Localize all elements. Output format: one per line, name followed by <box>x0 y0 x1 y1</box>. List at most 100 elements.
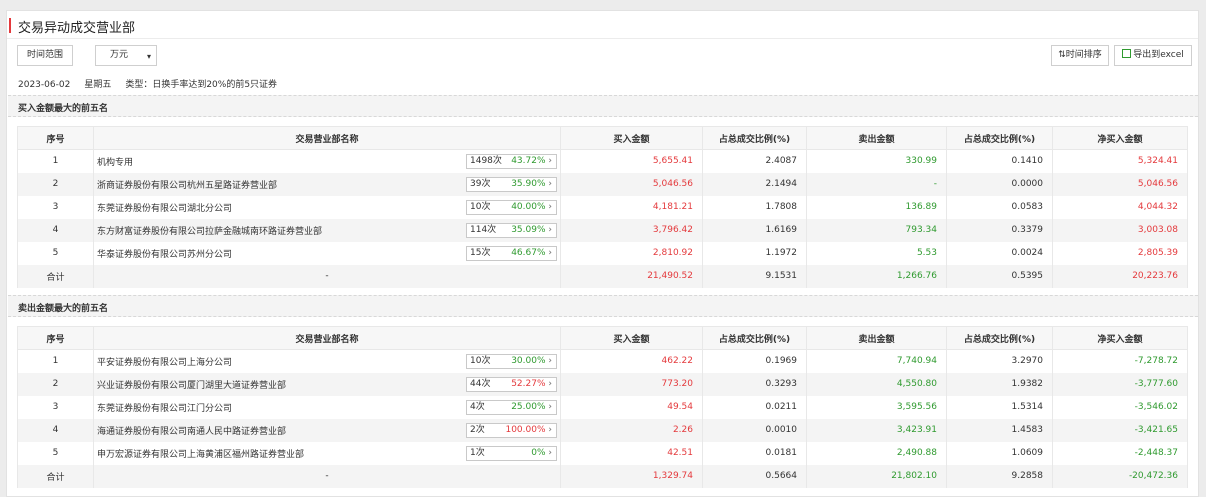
sell-amount-cell: 793.34 <box>806 218 947 242</box>
broker-cell: 东方财富证券股份有限公司拉萨金融城南环路证券营业部 114次 35.09% <box>93 218 561 242</box>
time-range-button[interactable]: 时间范围 <box>17 45 73 66</box>
time-sort-button[interactable]: ⇅时间排序 <box>1051 45 1109 66</box>
col-sell-ratio-header: 占总成交比例(%) <box>946 326 1053 350</box>
broker-stat-badge[interactable]: 39次 35.90% <box>466 176 557 192</box>
buy-ratio-cell: 1.6169 <box>702 218 807 242</box>
total-buy-cell: 1,329.74 <box>560 464 703 488</box>
buy-table: 序号 交易营业部名称 买入金额 占总成交比例(%) 卖出金额 占总成交比例(%) 净买入金额… <box>17 126 1188 288</box>
info-line: 2023-06-02 星期五 类型：日换手率达到20%的前5只证券 <box>18 77 291 90</box>
table-row[interactable]: 2兴业证券股份有限公司厦门湖里大道证券营业部 44次 52.27% 773.200.3… <box>17 372 1188 396</box>
table-row[interactable]: 1机构专用 1498次 43.72% 5,655.412.4087330.990.14… <box>17 149 1188 173</box>
col-sell-header: 卖出金额 <box>806 326 947 350</box>
rank-cell: 5 <box>17 441 94 465</box>
table-row[interactable]: 5华泰证券股份有限公司苏州分公司 15次 46.67% 2,810.921.19725… <box>17 241 1188 265</box>
time-sort-label: 时间排序 <box>1065 50 1102 60</box>
total-sell-cell: 1,266.76 <box>806 264 947 288</box>
broker-panel: 交易异动成交营业部 时间范围 万元 ▾ ⇅时间排序 导出到excel 2023-… <box>6 10 1199 497</box>
net-amount-cell: -3,546.02 <box>1052 395 1188 419</box>
broker-count: 15次 <box>470 247 491 258</box>
sell-amount-cell: 330.99 <box>806 149 947 173</box>
broker-name-link[interactable]: 申万宏源证券有限公司上海黄浦区福州路证券营业部 <box>97 450 304 460</box>
broker-name-link[interactable]: 东莞证券股份有限公司湖北分公司 <box>97 204 232 214</box>
col-buy-header: 买入金额 <box>560 326 703 350</box>
sell-amount-cell: 2,490.88 <box>806 441 947 465</box>
table-row[interactable]: 4海通证券股份有限公司南通人民中路证券营业部 2次 100.00% 2.260.001… <box>17 418 1188 442</box>
broker-stat-badge[interactable]: 44次 52.27% <box>466 376 557 392</box>
rank-cell: 2 <box>17 172 94 196</box>
total-buy-ratio-cell: 0.5664 <box>702 464 807 488</box>
rank-cell: 2 <box>17 372 94 396</box>
broker-name-link[interactable]: 东方财富证券股份有限公司拉萨金融城南环路证券营业部 <box>97 227 322 237</box>
total-sell-ratio-cell: 9.2858 <box>946 464 1053 488</box>
buy-amount-cell: 4,181.21 <box>560 195 703 219</box>
table-row[interactable]: 4东方财富证券股份有限公司拉萨金融城南环路证券营业部 114次 35.09% 3,79… <box>17 218 1188 242</box>
table-row[interactable]: 3东莞证券股份有限公司湖北分公司10次40.00%4,181.211.78081… <box>17 195 1188 219</box>
sell-section-title: 卖出金额最大的前五名 <box>18 304 109 314</box>
broker-name-link[interactable]: 机构专用 <box>97 158 133 168</box>
broker-stat-badge[interactable]: 1498次 43.72% <box>466 154 557 169</box>
broker-count: 2次 <box>470 424 485 435</box>
broker-name-link[interactable]: 浙商证券股份有限公司杭州五星路证券营业部 <box>97 181 277 191</box>
broker-stat-badge[interactable]: 4次 25.00% <box>466 399 557 415</box>
buy-amount-cell: 2.26 <box>560 418 703 442</box>
broker-stat-badge[interactable]: 10次 30.00% <box>466 354 557 369</box>
broker-stat-badge[interactable]: 15次 46.67% <box>466 245 557 261</box>
rank-cell: 3 <box>17 395 94 419</box>
broker-stat-badge[interactable]: 2次 100.00% <box>466 422 557 438</box>
table-row[interactable]: 1平安证券股份有限公司上海分公司 10次 30.00% 462.220.19697,7… <box>17 349 1188 373</box>
broker-win-rate: 40.00% <box>511 201 552 214</box>
rank-cell: 1 <box>17 349 94 373</box>
buy-amount-cell: 49.54 <box>560 395 703 419</box>
export-excel-button[interactable]: 导出到excel <box>1114 45 1192 66</box>
sort-icon: ⇅ <box>1058 50 1066 60</box>
broker-name-link[interactable]: 东莞证券股份有限公司江门分公司 <box>97 404 232 414</box>
total-name-cell: - <box>93 464 561 488</box>
table-row[interactable]: 3东莞证券股份有限公司江门分公司 4次 25.00% 49.540.02113,595… <box>17 395 1188 419</box>
buy-amount-cell: 773.20 <box>560 372 703 396</box>
table-header-row: 序号 交易营业部名称 买入金额 占总成交比例(%) 卖出金额 占总成交比例(%) 净买入金额 <box>17 126 1188 150</box>
broker-cell: 兴业证券股份有限公司厦门湖里大道证券营业部 44次 52.27% <box>93 372 561 396</box>
panel-title: 交易异动成交营业部 <box>18 21 136 36</box>
total-buy-cell: 21,490.52 <box>560 264 703 288</box>
sell-ratio-cell: 0.0583 <box>946 195 1053 219</box>
total-buy-ratio-cell: 9.1531 <box>702 264 807 288</box>
sell-ratio-cell: 1.5314 <box>946 395 1053 419</box>
rank-cell: 4 <box>17 218 94 242</box>
broker-stat-badge[interactable]: 114次 35.09% <box>466 222 557 238</box>
sell-amount-cell: 5.53 <box>806 241 947 265</box>
sell-ratio-cell: 1.4583 <box>946 418 1053 442</box>
broker-name-link[interactable]: 华泰证券股份有限公司苏州分公司 <box>97 250 232 260</box>
broker-win-rate: 35.09% <box>511 224 552 237</box>
broker-count: 114次 <box>470 224 497 235</box>
buy-ratio-cell: 0.0181 <box>702 441 807 465</box>
table-row[interactable]: 2浙商证券股份有限公司杭州五星路证券营业部39次35.90%5,046.562.… <box>17 172 1188 196</box>
broker-cell: 机构专用 1498次 43.72% <box>93 149 561 173</box>
net-amount-cell: 5,324.41 <box>1052 149 1188 173</box>
table-row[interactable]: 5申万宏源证券有限公司上海黄浦区福州路证券营业部 1次 0% 42.510.01812… <box>17 441 1188 465</box>
export-label: 导出到excel <box>1133 50 1184 60</box>
sell-ratio-cell: 1.0609 <box>946 441 1053 465</box>
sell-ratio-cell: 0.1410 <box>946 149 1053 173</box>
net-amount-cell: 4,044.32 <box>1052 195 1188 219</box>
sell-amount-cell: 3,423.91 <box>806 418 947 442</box>
broker-name-link[interactable]: 兴业证券股份有限公司厦门湖里大道证券营业部 <box>97 381 286 391</box>
broker-name-link[interactable]: 海通证券股份有限公司南通人民中路证券营业部 <box>97 427 286 437</box>
chevron-down-icon: ▾ <box>146 52 151 61</box>
total-sell-cell: 21,802.10 <box>806 464 947 488</box>
col-rank-header: 序号 <box>17 126 94 150</box>
buy-amount-cell: 5,046.56 <box>560 172 703 196</box>
buy-ratio-cell: 0.1969 <box>702 349 807 373</box>
broker-cell: 浙商证券股份有限公司杭州五星路证券营业部 39次 35.90% <box>93 172 561 196</box>
broker-win-rate: 30.00% <box>511 355 552 368</box>
sell-amount-cell: 7,740.94 <box>806 349 947 373</box>
net-amount-cell: 2,805.39 <box>1052 241 1188 265</box>
broker-stat-badge[interactable]: 10次 40.00% <box>466 199 557 215</box>
broker-count: 1498次 <box>470 156 502 166</box>
broker-name-link[interactable]: 平安证券股份有限公司上海分公司 <box>97 358 232 368</box>
broker-win-rate: 35.90% <box>511 178 552 191</box>
broker-stat-badge[interactable]: 1次 0% <box>466 445 557 461</box>
info-date: 2023-06-02 <box>18 80 71 90</box>
rank-cell: 1 <box>17 149 94 173</box>
unit-select[interactable]: 万元 ▾ <box>95 45 157 66</box>
col-buy-header: 买入金额 <box>560 126 703 150</box>
